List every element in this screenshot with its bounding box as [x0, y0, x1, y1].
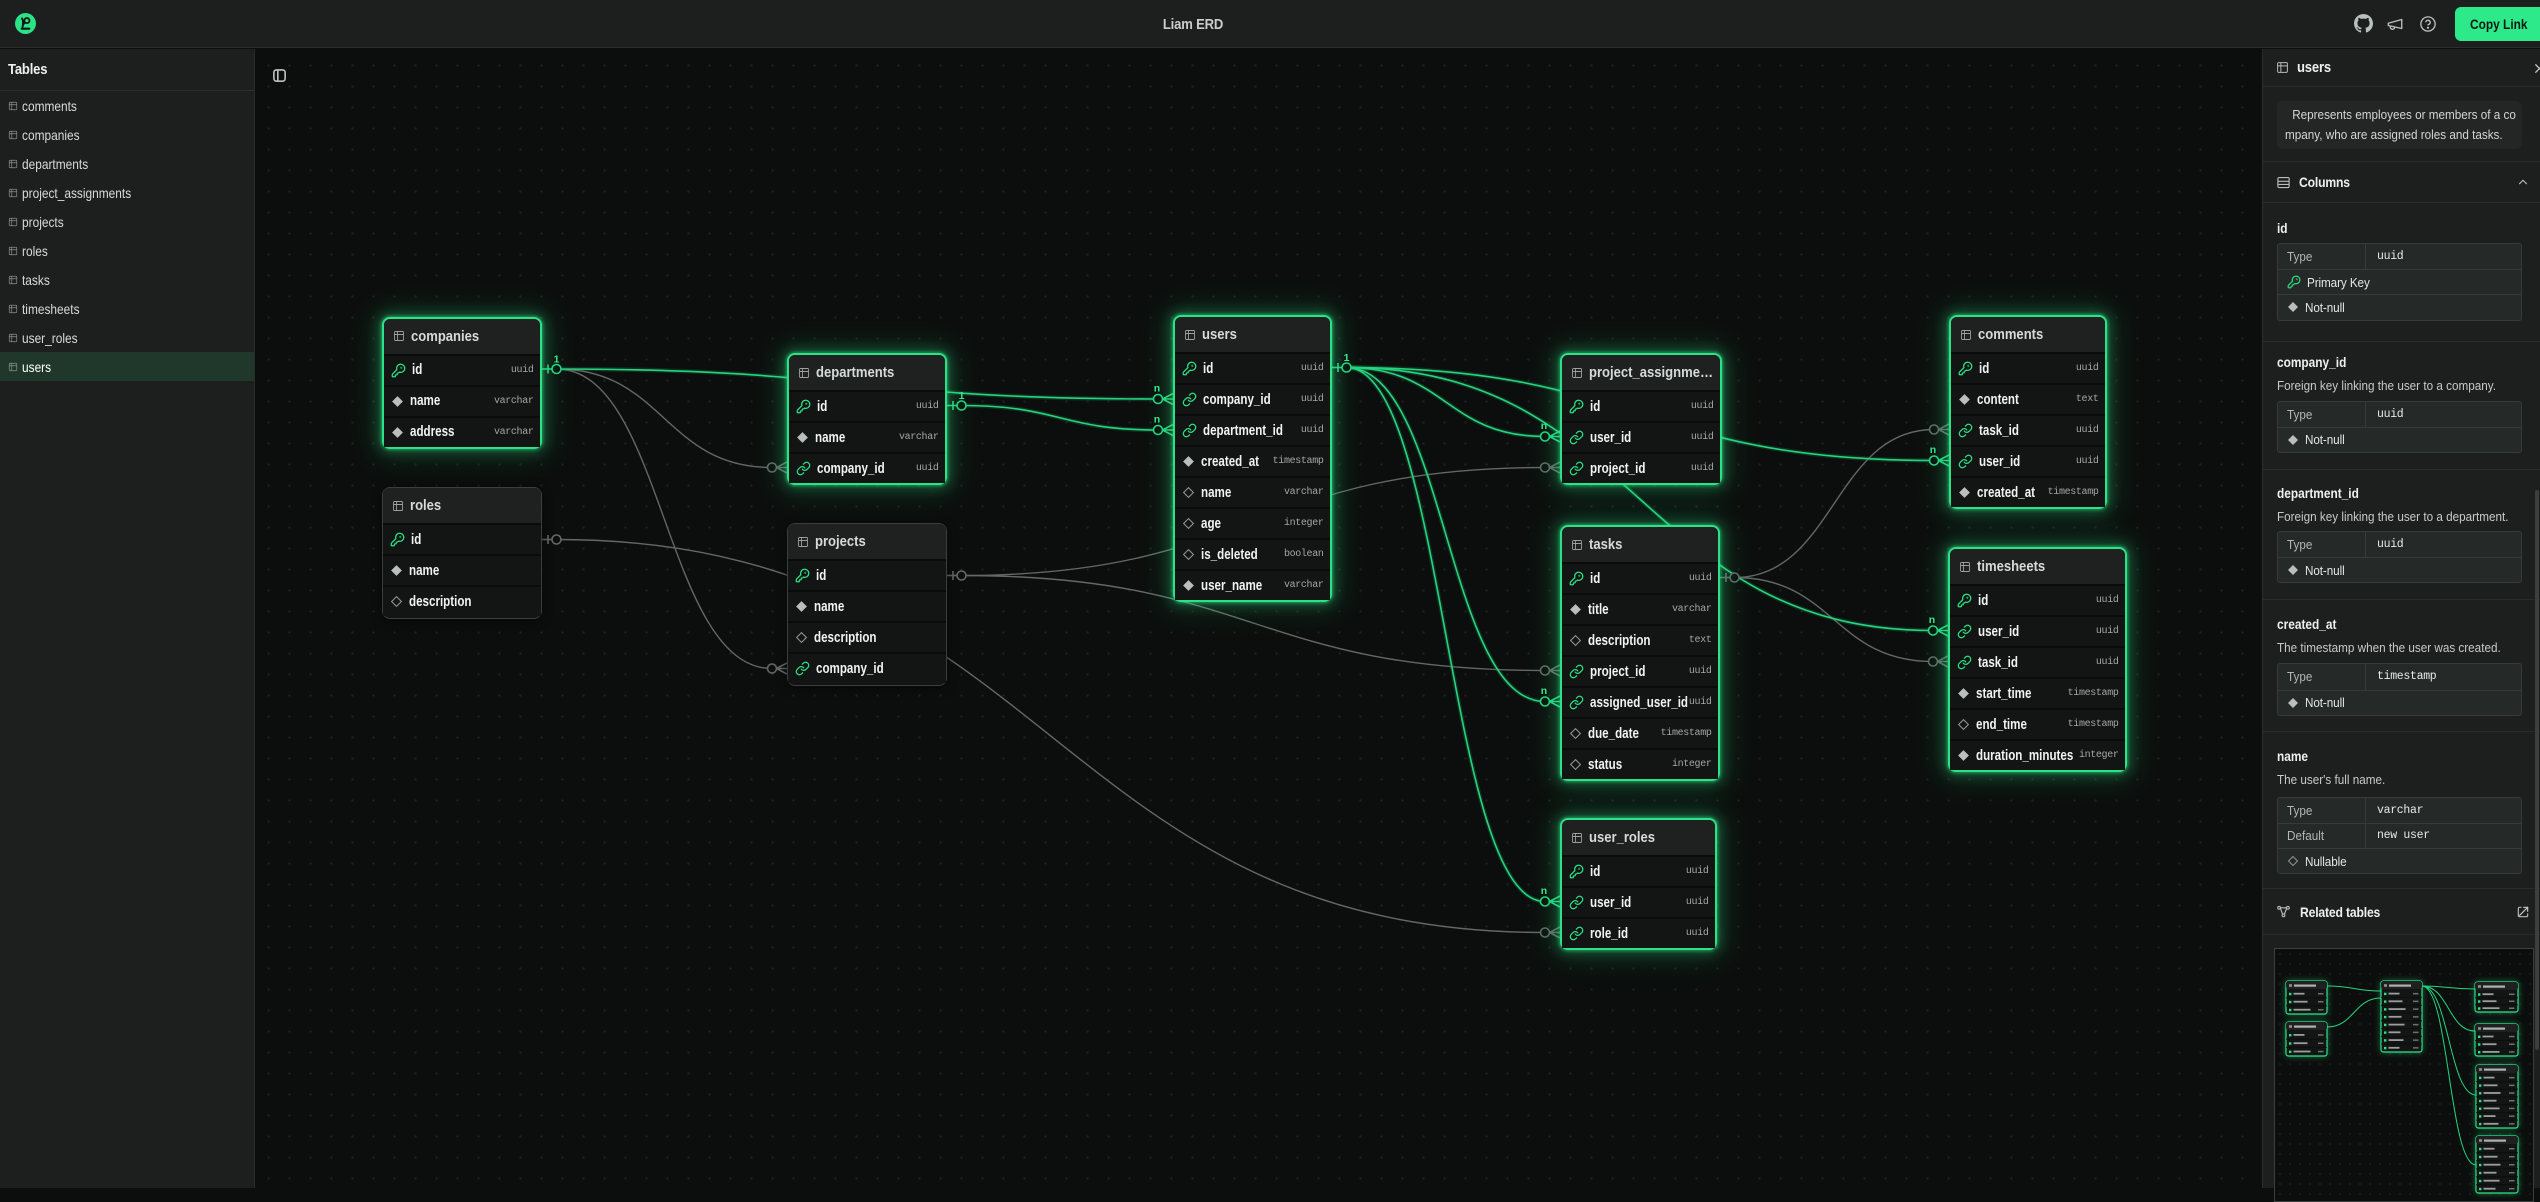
svg-text:n: n: [1541, 685, 1547, 697]
svg-text:1: 1: [1344, 352, 1350, 364]
svg-text:n: n: [1154, 414, 1160, 426]
svg-text:n: n: [1154, 383, 1160, 395]
svg-text:n: n: [1929, 614, 1935, 626]
svg-text:1: 1: [554, 354, 560, 366]
svg-text:n: n: [1541, 420, 1547, 432]
svg-text:n: n: [1930, 444, 1936, 456]
svg-text:n: n: [1541, 885, 1547, 897]
svg-text:1: 1: [959, 390, 965, 402]
